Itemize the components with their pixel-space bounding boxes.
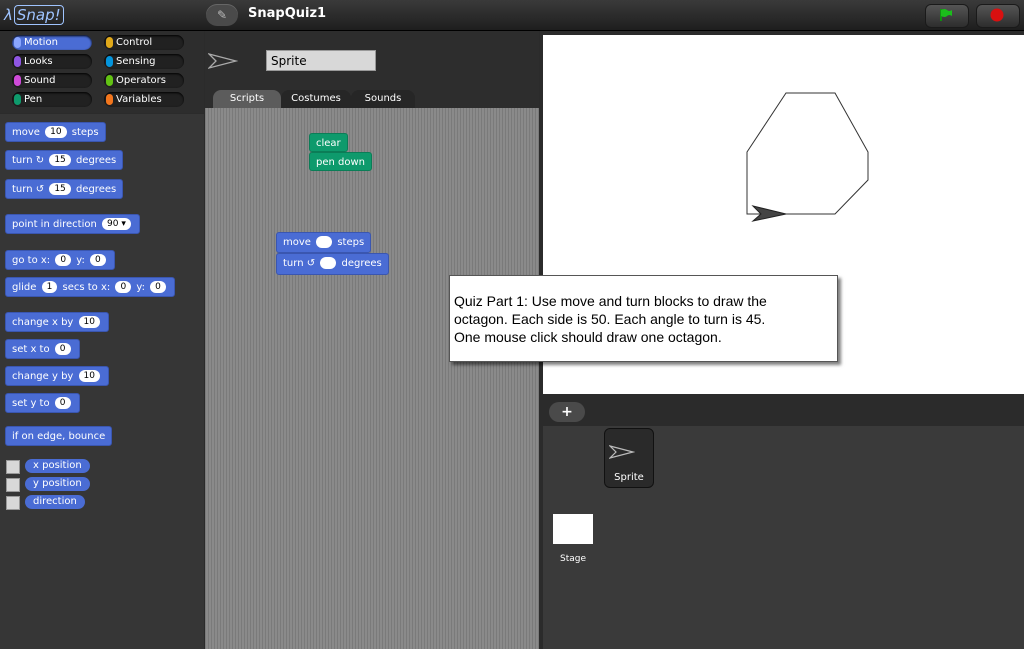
category-label: Sound xyxy=(24,75,56,86)
pencil-icon: ✎ xyxy=(216,8,228,22)
add-sprite-button[interactable]: + xyxy=(549,402,585,422)
category-label: Variables xyxy=(116,94,162,105)
degrees-input[interactable] xyxy=(320,257,337,269)
point-in-direction-block[interactable]: point in direction 90 ▾ xyxy=(5,214,140,234)
category-label: Operators xyxy=(116,75,166,86)
script-turn-block[interactable]: turn ↺ degrees xyxy=(276,253,389,275)
sprite-arrow-icon xyxy=(208,53,238,69)
x-input[interactable]: 0 xyxy=(115,281,132,293)
category-sensing[interactable]: Sensing xyxy=(104,54,184,69)
x-input[interactable]: 0 xyxy=(55,254,72,266)
category-operators[interactable]: Operators xyxy=(104,73,184,88)
top-bar: λ Snap! ✎ SnapQuiz1 xyxy=(0,0,1024,31)
category-sound[interactable]: Sound xyxy=(12,73,92,88)
direction-dropdown[interactable]: 90 ▾ xyxy=(102,218,131,230)
rotate-ccw-icon: ↺ xyxy=(306,258,316,269)
category-label: Pen xyxy=(24,94,43,105)
category-pen[interactable]: Pen xyxy=(12,92,92,107)
category-control[interactable]: Control xyxy=(104,35,184,50)
category-label: Looks xyxy=(24,56,53,67)
category-looks[interactable]: Looks xyxy=(12,54,92,69)
go-to-xy-block[interactable]: go to x: 0 y: 0 xyxy=(5,250,115,270)
turn-clockwise-block[interactable]: turn ↻ 15 degrees xyxy=(5,150,124,170)
bounce-block[interactable]: if on edge, bounce xyxy=(5,426,113,446)
logo-text: Snap! xyxy=(13,5,64,25)
green-flag-icon xyxy=(940,9,952,21)
tab-scripts[interactable]: Scripts xyxy=(213,90,281,108)
stop-icon xyxy=(990,8,1004,22)
x-position-checkbox[interactable] xyxy=(6,460,20,474)
tab-costumes[interactable]: Costumes xyxy=(281,90,351,108)
category-label: Sensing xyxy=(116,56,156,67)
category-motion[interactable]: Motion xyxy=(12,35,92,50)
y-input[interactable]: 0 xyxy=(54,397,71,409)
y-position-checkbox[interactable] xyxy=(6,478,20,492)
sprite-thumbnail-label: Sprite xyxy=(614,472,644,483)
y-position-reporter[interactable]: y position xyxy=(25,477,90,491)
stage-thumbnail-label: Stage xyxy=(559,554,586,564)
green-flag-button[interactable] xyxy=(925,4,969,28)
turn-counterclockwise-block[interactable]: turn ↺ 15 degrees xyxy=(5,179,124,199)
sprite-thumbnail[interactable]: Sprite xyxy=(604,428,654,488)
clear-block[interactable]: clear xyxy=(309,133,348,152)
scripts-area[interactable] xyxy=(205,108,539,649)
lambda-icon: λ xyxy=(4,6,13,24)
rotate-cw-icon: ↻ xyxy=(35,155,45,166)
steps-input[interactable] xyxy=(316,236,333,248)
set-x-block[interactable]: set x to 0 xyxy=(5,339,80,359)
snap-logo[interactable]: λ Snap! xyxy=(4,4,64,26)
corral-toolbar xyxy=(543,398,1024,426)
rotate-ccw-icon: ↺ xyxy=(35,184,45,195)
project-menu-button[interactable]: ✎ xyxy=(206,4,238,26)
direction-checkbox[interactable] xyxy=(6,496,20,510)
set-y-block[interactable]: set y to 0 xyxy=(5,393,80,413)
change-x-block[interactable]: change x by 10 xyxy=(5,312,109,332)
change-y-block[interactable]: change y by 10 xyxy=(5,366,109,386)
category-label: Control xyxy=(116,37,153,48)
sprite-name-input[interactable]: Sprite xyxy=(266,50,376,71)
dy-input[interactable]: 10 xyxy=(78,370,100,382)
script-move-block[interactable]: move steps xyxy=(276,232,372,253)
quiz-line-3: One mouse click should draw one octagon. xyxy=(454,329,722,345)
x-input[interactable]: 0 xyxy=(54,343,71,355)
stage-thumbnail[interactable] xyxy=(553,514,593,544)
category-variables[interactable]: Variables xyxy=(104,92,184,107)
stop-button[interactable] xyxy=(976,4,1020,28)
glide-block[interactable]: glide 1 secs to x: 0 y: 0 xyxy=(5,277,175,297)
sprite-arrow-icon xyxy=(609,445,635,459)
y-input[interactable]: 0 xyxy=(90,254,106,266)
degrees-input[interactable]: 15 xyxy=(49,154,71,166)
category-selector: Motion Control Looks Sensing Sound Opera… xyxy=(0,31,204,113)
move-steps-block[interactable]: move 10 steps xyxy=(5,122,106,142)
degrees-input[interactable]: 15 xyxy=(49,183,71,195)
secs-input[interactable]: 1 xyxy=(41,281,58,293)
direction-reporter[interactable]: direction xyxy=(25,495,85,509)
tab-sounds[interactable]: Sounds xyxy=(351,90,415,108)
steps-input[interactable]: 10 xyxy=(45,126,67,138)
quiz-line-2: octagon. Each side is 50. Each angle to … xyxy=(454,311,766,327)
project-title: SnapQuiz1 xyxy=(248,6,327,21)
y-input[interactable]: 0 xyxy=(150,281,166,293)
quiz-instructions: Quiz Part 1: Use move and turn blocks to… xyxy=(449,275,838,362)
quiz-line-1: Quiz Part 1: Use move and turn blocks to… xyxy=(454,293,767,309)
pen-down-block[interactable]: pen down xyxy=(309,152,372,171)
dx-input[interactable]: 10 xyxy=(78,316,100,328)
category-label: Motion xyxy=(24,37,58,48)
x-position-reporter[interactable]: x position xyxy=(25,459,90,473)
